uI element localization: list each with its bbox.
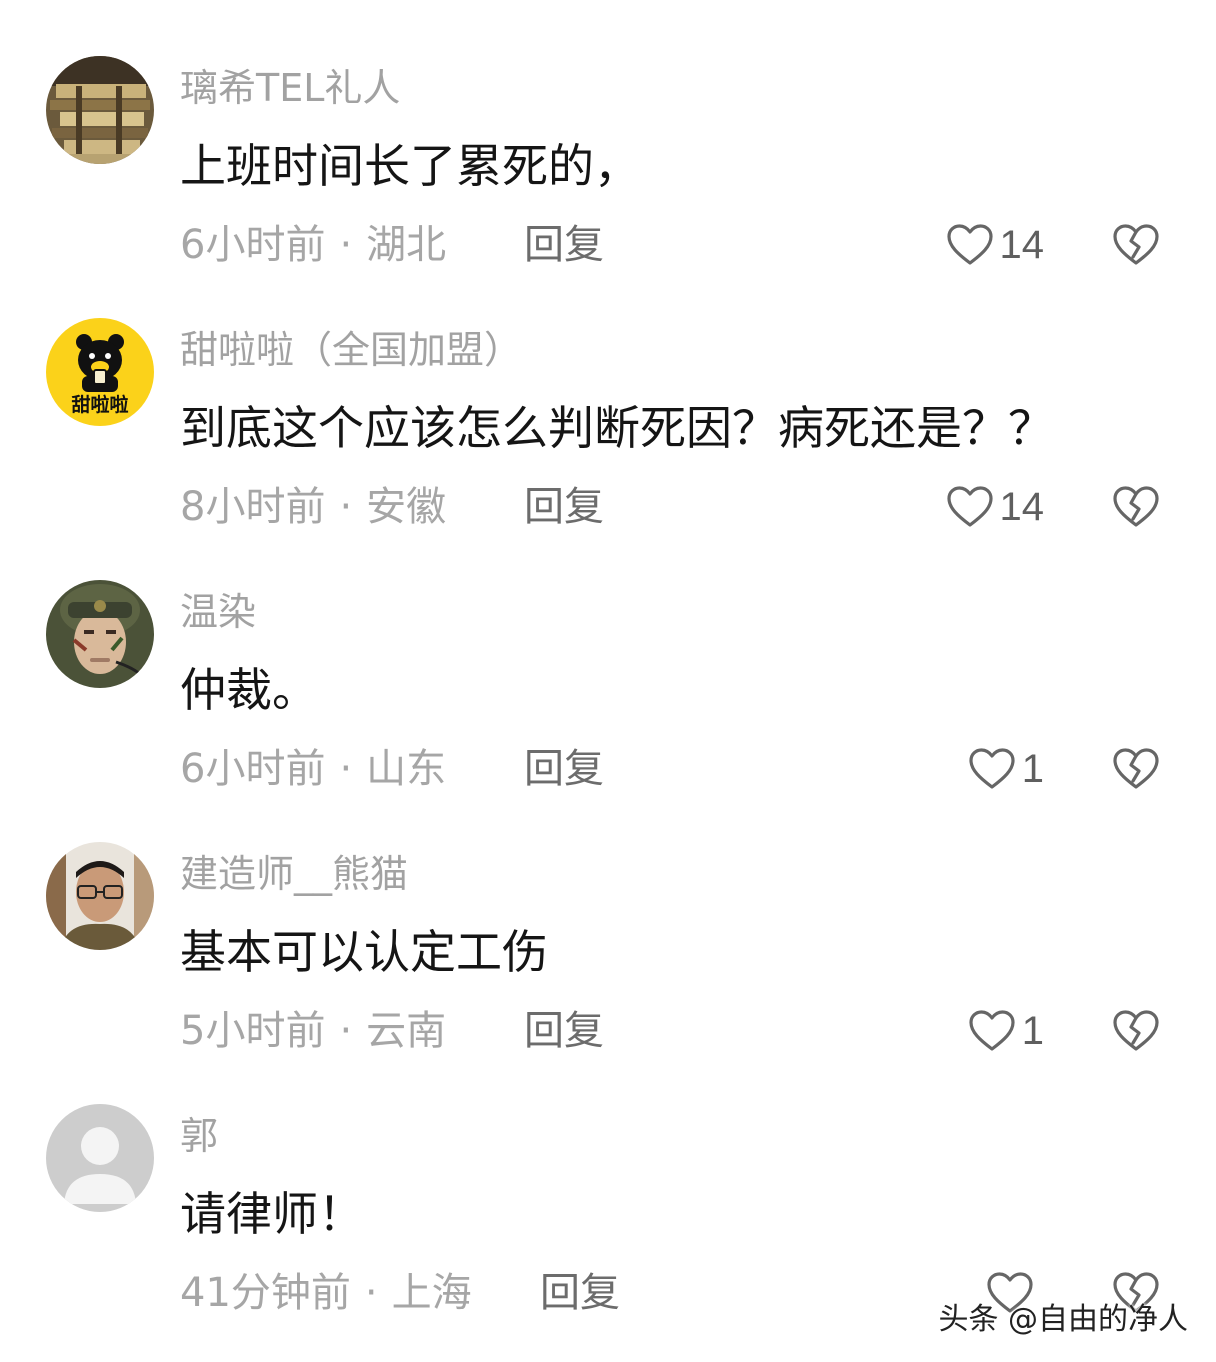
user-avatar[interactable] [46, 580, 154, 688]
user-avatar[interactable] [46, 1104, 154, 1212]
comment-text: 请律师！ [180, 1187, 364, 1241]
comment-time: 41分钟前 [180, 1270, 351, 1316]
building-photo-avatar-icon [46, 56, 154, 164]
comment-item: 郭 请律师！ 41分钟前 · 上海 回复 [0, 1048, 1216, 1316]
heart-icon [946, 486, 993, 527]
man-glasses-photo-avatar-icon [46, 842, 154, 950]
heart-icon [946, 224, 993, 265]
comment-item: 璃希TEL礼人 上班时间长了累死的， 6小时前 · 湖北 回复 14 [0, 0, 1216, 268]
username[interactable]: 温染 [180, 586, 256, 638]
comment-text: 仲裁。 [180, 663, 318, 717]
comment-text: 基本可以认定工伤 [180, 925, 548, 979]
watermark-text: 头条 @自由的净人 [938, 1302, 1188, 1337]
user-avatar[interactable] [46, 842, 154, 950]
comment-meta: 41分钟前 · 上海 [180, 1266, 472, 1320]
username[interactable]: 甜啦啦（全国加盟） [180, 324, 522, 376]
comment-item: 甜啦啦 甜啦啦（全国加盟） 到底这个应该怎么判断死因？病死还是？？ 8小时前 · 安… [0, 262, 1216, 530]
username[interactable]: 璃希TEL礼人 [180, 62, 400, 114]
user-avatar[interactable] [46, 56, 154, 164]
user-avatar[interactable]: 甜啦啦 [46, 318, 154, 426]
comment-item: 建造师__熊猫 基本可以认定工伤 5小时前 · 云南 回复 1 [0, 786, 1216, 1054]
username[interactable]: 郭 [180, 1110, 218, 1162]
comment-location: 上海 [391, 1270, 472, 1316]
username[interactable]: 建造师__熊猫 [180, 848, 408, 900]
comment-item: 温染 仲裁。 6小时前 · 山东 回复 1 [0, 524, 1216, 792]
comment-text: 到底这个应该怎么判断死因？病死还是？？ [180, 401, 1054, 455]
soldier-photo-avatar-icon [46, 580, 154, 688]
avatar-logo-text: 甜啦啦 [71, 394, 129, 416]
reply-button[interactable]: 回复 [540, 1266, 620, 1320]
heart-icon [969, 1010, 1015, 1051]
heart-icon [969, 748, 1015, 789]
default-person-avatar-icon [46, 1104, 154, 1212]
comment-text: 上班时间长了累死的， [180, 139, 640, 193]
separator-dot: · [364, 1270, 378, 1316]
